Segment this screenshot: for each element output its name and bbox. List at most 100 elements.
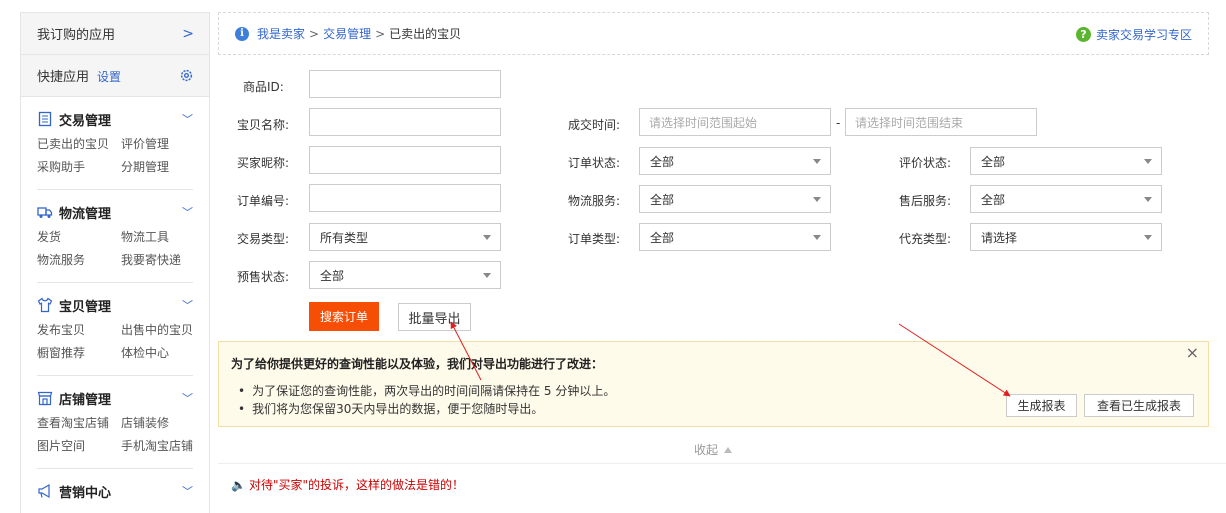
tshirt-icon — [37, 297, 53, 313]
deal-time-start-input[interactable]: 请选择时间范围起始 — [639, 108, 831, 136]
dropdown-caret-icon — [1144, 235, 1152, 240]
sidebar-link-health-check[interactable]: 体检中心 — [121, 342, 205, 365]
item-name-label: 宝贝名称: — [237, 118, 290, 132]
speaker-icon: 🔈 — [231, 477, 246, 492]
help-link-label[interactable]: 卖家交易学习专区 — [1096, 26, 1192, 43]
sidebar-link-logistics-service[interactable]: 物流服务 — [37, 249, 121, 272]
sidebar-link-window-recommend[interactable]: 橱窗推荐 — [37, 342, 121, 365]
bulk-export-button[interactable]: 批量导出 — [398, 303, 471, 331]
sidebar-link-installments[interactable]: 分期管理 — [121, 156, 205, 179]
sidebar-link-logistics-tools[interactable]: 物流工具 — [121, 226, 205, 249]
presale-status-select[interactable]: 全部 — [309, 261, 501, 289]
chevron-down-icon[interactable]: ﹀ — [182, 390, 193, 406]
divider — [218, 463, 1226, 464]
after-sale-value: 全部 — [981, 192, 1006, 207]
breadcrumb-link-trade-management[interactable]: 交易管理 — [323, 25, 371, 42]
dropdown-caret-icon — [1144, 159, 1152, 164]
recharge-type-select[interactable]: 请选择 — [970, 223, 1162, 251]
sidebar-section-trade: 交易管理 ﹀ 已卖出的宝贝 评价管理 采购助手 分期管理 — [37, 97, 193, 190]
order-no-label: 订单编号: — [237, 194, 290, 208]
deal-time-label: 成交时间: — [568, 118, 621, 132]
sidebar-section-title[interactable]: 宝贝管理 — [59, 296, 111, 315]
chevron-down-icon[interactable]: ﹀ — [182, 111, 193, 127]
presale-status-value: 全部 — [320, 268, 345, 283]
trade-type-value: 所有类型 — [320, 230, 369, 245]
collapse-toggle[interactable]: 收起 — [694, 441, 733, 458]
buyer-nick-input[interactable] — [309, 146, 501, 174]
sidebar-section-title[interactable]: 店铺管理 — [59, 389, 111, 408]
sidebar-link-send-express[interactable]: 我要寄快递 — [121, 249, 205, 272]
order-type-value: 全部 — [650, 230, 675, 245]
review-status-value: 全部 — [981, 154, 1006, 169]
sidebar-section-title[interactable]: 营销中心 — [59, 482, 111, 501]
truck-icon — [37, 207, 53, 218]
logistics-service-label: 物流服务: — [568, 194, 621, 208]
chevron-right-icon[interactable]: > — [182, 26, 194, 42]
sidebar-link-shop-decoration[interactable]: 店铺装修 — [121, 412, 205, 435]
breadcrumb-separator: > — [309, 26, 320, 41]
recharge-type-label: 代充类型: — [899, 232, 952, 246]
search-orders-button[interactable]: 搜索订单 — [309, 302, 379, 331]
quick-apps-settings-link[interactable]: 设置 — [97, 70, 121, 84]
sidebar-section-marketing: 营销中心 ﹀ — [37, 469, 193, 511]
buyer-nick-label: 买家昵称: — [237, 156, 290, 170]
deal-time-end-input[interactable]: 请选择时间范围结束 — [845, 108, 1037, 136]
sidebar-section-title[interactable]: 交易管理 — [59, 110, 111, 129]
breadcrumb-separator: > — [375, 26, 386, 41]
sidebar-section-logistics: 物流管理 ﹀ 发货 物流工具 物流服务 我要寄快递 — [37, 190, 193, 283]
review-status-select[interactable]: 全部 — [970, 147, 1162, 175]
logistics-service-select[interactable]: 全部 — [639, 185, 831, 213]
notice-list: 为了保证您的查询性能，两次导出的时间间隔请保持在 5 分钟以上。 我们将为您保留… — [238, 382, 615, 418]
quick-apps-label: 快捷应用 — [37, 70, 90, 85]
close-icon[interactable]: × — [1186, 343, 1199, 362]
sidebar-link-ship[interactable]: 发货 — [37, 226, 121, 249]
trade-type-select[interactable]: 所有类型 — [309, 223, 501, 251]
product-id-input[interactable] — [309, 70, 501, 98]
breadcrumb-current: 已卖出的宝贝 — [389, 27, 462, 41]
clipboard-icon — [38, 111, 52, 127]
chevron-down-icon[interactable]: ﹀ — [182, 297, 193, 313]
warning-text[interactable]: 对待"买家"的投诉，这样的做法是错的！ — [249, 476, 464, 493]
review-status-label: 评价状态: — [899, 156, 952, 170]
recharge-type-value: 请选择 — [981, 230, 1018, 245]
megaphone-icon — [38, 483, 50, 499]
sidebar-link-purchase-assistant[interactable]: 采购助手 — [37, 156, 121, 179]
order-type-select[interactable]: 全部 — [639, 223, 831, 251]
warning-message[interactable]: 🔈 对待"买家"的投诉，这样的做法是错的！ — [231, 476, 464, 493]
sidebar-link-items-on-sale[interactable]: 出售中的宝贝 — [121, 319, 205, 342]
sidebar-link-view-shop[interactable]: 查看淘宝店铺 — [37, 412, 121, 435]
gear-icon[interactable] — [179, 68, 194, 83]
after-sale-select[interactable]: 全部 — [970, 185, 1162, 213]
sidebar-section-title[interactable]: 物流管理 — [59, 203, 111, 222]
chevron-down-icon[interactable]: ﹀ — [182, 483, 193, 499]
sidebar-link-sold-items[interactable]: 已卖出的宝贝 — [37, 133, 121, 156]
quick-apps-row: 快捷应用 设置 — [21, 55, 209, 97]
order-status-value: 全部 — [650, 154, 675, 169]
dropdown-caret-icon — [813, 159, 821, 164]
help-link[interactable]: ? 卖家交易学习专区 — [1075, 26, 1192, 43]
sidebar-section-items: 宝贝管理 ﹀ 发布宝贝 出售中的宝贝 橱窗推荐 体检中心 — [37, 283, 193, 376]
dropdown-caret-icon — [813, 235, 821, 240]
collapse-label: 收起 — [694, 443, 719, 457]
product-id-label: 商品ID: — [243, 80, 284, 94]
breadcrumb: i 我是卖家 > 交易管理 > 已卖出的宝贝 ? 卖家交易学习专区 — [218, 12, 1209, 55]
generate-report-button[interactable]: 生成报表 — [1006, 394, 1077, 417]
breadcrumb-link-seller[interactable]: 我是卖家 — [257, 25, 305, 42]
sidebar-section-shop: 店铺管理 ﹀ 查看淘宝店铺 店铺装修 图片空间 手机淘宝店铺 — [37, 376, 193, 469]
sidebar-link-image-space[interactable]: 图片空间 — [37, 435, 121, 458]
sidebar-link-publish-item[interactable]: 发布宝贝 — [37, 319, 121, 342]
subscribed-apps-row[interactable]: 我订购的应用 > — [21, 13, 209, 55]
order-status-label: 订单状态: — [568, 156, 621, 170]
item-name-input[interactable] — [309, 108, 501, 136]
chevron-down-icon[interactable]: ﹀ — [182, 204, 193, 220]
order-status-select[interactable]: 全部 — [639, 147, 831, 175]
logistics-service-value: 全部 — [650, 192, 675, 207]
order-no-input[interactable] — [309, 184, 501, 212]
order-type-label: 订单类型: — [568, 232, 621, 246]
sidebar-link-mobile-shop[interactable]: 手机淘宝店铺 — [121, 435, 205, 458]
notice-title: 为了给你提供更好的查询性能以及体验，我们对导出功能进行了改进： — [231, 357, 604, 371]
view-reports-button[interactable]: 查看已生成报表 — [1084, 394, 1194, 417]
notice-item: 为了保证您的查询性能，两次导出的时间间隔请保持在 5 分钟以上。 — [238, 382, 615, 400]
trade-type-label: 交易类型: — [237, 232, 290, 246]
sidebar-link-reviews[interactable]: 评价管理 — [121, 133, 205, 156]
